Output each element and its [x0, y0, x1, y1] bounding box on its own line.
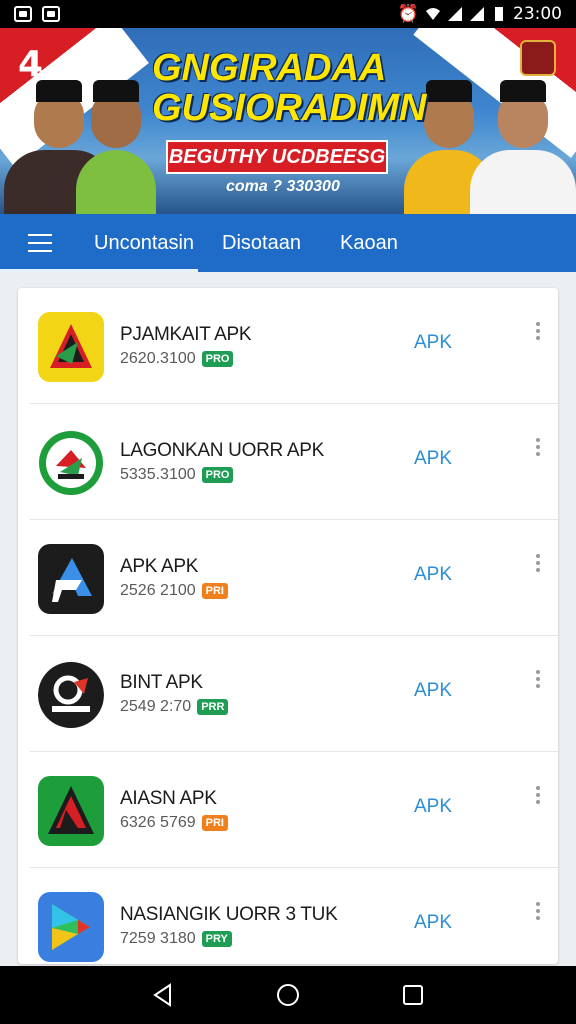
more-options-icon[interactable] — [536, 670, 540, 688]
banner-person-2 — [76, 80, 156, 214]
back-nav-icon[interactable] — [150, 982, 176, 1008]
signal-icon — [448, 7, 462, 21]
list-item[interactable]: AIASN APK 6326 5769 PRI APK — [18, 752, 558, 868]
red-triangle-logo-icon — [38, 776, 104, 846]
apk-download-button[interactable]: APK — [414, 448, 452, 470]
app-badge: PRO — [201, 467, 234, 483]
banner-title: GNGIRADAA GUSIORADIMN — [152, 47, 427, 129]
play-store-logo-icon — [38, 892, 104, 962]
banner-title-line-2: GUSIORADIMN — [152, 87, 427, 129]
app-list: PJAMKAIT APK 2620.3100 PRO APK LAGONKAN … — [18, 288, 558, 964]
app-name: AIASN APK — [120, 788, 217, 809]
system-nav-bar — [0, 966, 576, 1024]
more-options-icon[interactable] — [536, 438, 540, 456]
alarm-icon: ⏰ — [397, 4, 419, 24]
apk-download-button[interactable]: APK — [414, 912, 452, 934]
apk-download-button[interactable]: APK — [414, 680, 452, 702]
app-meta: 2620.3100 PRO — [120, 350, 234, 368]
tab-disotaan[interactable]: Disotaan — [198, 214, 316, 272]
app-name: NASIANGIK UORR 3 TUK — [120, 904, 338, 925]
app-version: 6326 5769 — [120, 814, 196, 831]
apk-download-button[interactable]: APK — [414, 796, 452, 818]
back-button[interactable]: 4 — [18, 44, 43, 85]
message-icon — [42, 6, 60, 22]
list-item[interactable]: APK APK 2526 2100 PRI APK — [18, 520, 558, 636]
banner-ribbon: BEGUTHY UCDBEESG — [166, 140, 388, 174]
app-meta: 5335.3100 PRO — [120, 466, 234, 484]
banner-subtitle: coma ? 330300 — [226, 178, 340, 195]
more-options-icon[interactable] — [536, 554, 540, 572]
app-meta: 7259 3180 PRY — [120, 930, 232, 948]
app-name: LAGONKAN UORR APK — [120, 440, 324, 461]
tab-bar: Uncontasin Disotaan Kaoan — [0, 214, 576, 272]
app-name: APK APK — [120, 556, 199, 577]
list-item[interactable]: BINT APK 2549 2:70 PRR APK — [18, 636, 558, 752]
notification-icon — [14, 6, 32, 22]
more-options-icon[interactable] — [536, 322, 540, 340]
home-nav-icon[interactable] — [275, 982, 301, 1008]
app-version: 7259 3180 — [120, 930, 196, 947]
recents-nav-icon[interactable] — [400, 982, 426, 1008]
emblem-icon — [520, 40, 556, 76]
app-version: 2620.3100 — [120, 350, 196, 367]
list-item[interactable]: NASIANGIK UORR 3 TUK 7259 3180 PRY APK — [18, 868, 558, 964]
search-red-logo-icon — [38, 660, 104, 730]
app-badge: PRI — [201, 583, 228, 599]
banner-title-line-1: GNGIRADAA — [152, 47, 387, 89]
status-bar: ⏰ 23:00 — [0, 0, 576, 28]
banner-person-4 — [470, 80, 576, 214]
tab-kaoan[interactable]: Kaoan — [316, 214, 436, 272]
menu-icon — [28, 234, 52, 252]
menu-button[interactable] — [0, 214, 80, 272]
app-name: BINT APK — [120, 672, 203, 693]
app-badge: PRO — [201, 351, 234, 367]
apk-download-button[interactable]: APK — [414, 564, 452, 586]
triangle-logo-icon — [38, 312, 104, 382]
wifi-icon — [426, 8, 440, 20]
app-badge: PRY — [201, 931, 232, 947]
round-seal-logo-icon — [38, 428, 104, 498]
app-badge: PRR — [197, 699, 229, 715]
blue-arrow-logo-icon — [38, 544, 104, 614]
app-meta: 6326 5769 PRI — [120, 814, 228, 832]
more-options-icon[interactable] — [536, 786, 540, 804]
app-badge: PRI — [201, 815, 228, 831]
app-version: 2549 2:70 — [120, 698, 192, 715]
app-version: 2526 2100 — [120, 582, 196, 599]
promo-banner[interactable]: 4 IOPLAIBA GNGIRADAA GUSIORADIMN BEGUTHY… — [0, 28, 576, 214]
list-item[interactable]: PJAMKAIT APK 2620.3100 PRO APK — [18, 288, 558, 404]
app-version: 5335.3100 — [120, 466, 196, 483]
more-options-icon[interactable] — [536, 902, 540, 920]
apk-download-button[interactable]: APK — [414, 332, 452, 354]
clock: 23:00 — [513, 4, 562, 24]
battery-icon — [495, 7, 503, 21]
app-meta: 2526 2100 PRI — [120, 582, 228, 600]
app-meta: 2549 2:70 PRR — [120, 698, 229, 716]
tab-uncontasin[interactable]: Uncontasin — [80, 214, 198, 272]
signal-icon-2 — [470, 7, 484, 21]
app-name: PJAMKAIT APK — [120, 324, 252, 345]
list-item[interactable]: LAGONKAN UORR APK 5335.3100 PRO APK — [18, 404, 558, 520]
